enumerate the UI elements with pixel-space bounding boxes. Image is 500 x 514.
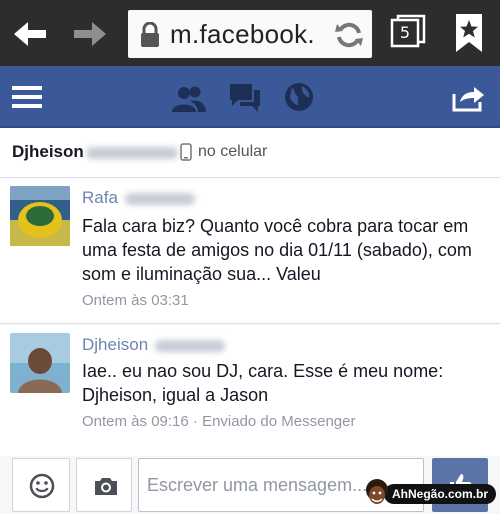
conversation-name[interactable]: Djheison xyxy=(12,142,178,162)
avatar[interactable] xyxy=(10,186,70,246)
message-timestamp: Ontem às 03:31 xyxy=(82,292,189,309)
message-timestamp: Ontem às 09:16 · Enviado do Messenger xyxy=(82,413,356,430)
refresh-icon[interactable] xyxy=(334,20,364,50)
sender-name[interactable]: Djheison xyxy=(82,335,225,355)
sender-name-text: Rafa xyxy=(82,188,118,207)
blurred-surname xyxy=(85,146,178,159)
conversation-status: no celular xyxy=(198,143,268,160)
browser-toolbar: m.facebook. 5 xyxy=(0,0,500,66)
emoji-icon xyxy=(29,473,55,499)
sender-name-text: Djheison xyxy=(82,335,149,354)
share-icon[interactable] xyxy=(452,84,486,112)
camera-icon xyxy=(95,478,117,495)
messages-icon[interactable] xyxy=(228,82,262,112)
url-text: m.facebook. xyxy=(170,19,315,49)
mobile-phone-icon xyxy=(180,143,192,161)
forward-arrow-icon[interactable] xyxy=(68,14,112,54)
tabs-count: 5 xyxy=(399,23,411,42)
watermark-text: AhNegão.com.br xyxy=(392,487,489,501)
message-item: Rafa Fala cara biz? Quanto você cobra pa… xyxy=(0,178,500,324)
watermark-mascot-icon xyxy=(366,479,388,504)
bookmark-icon[interactable] xyxy=(452,12,486,54)
message-item: Djheison Iae.. eu nao sou DJ, cara. Esse… xyxy=(0,325,500,456)
sender-name[interactable]: Rafa xyxy=(82,188,195,208)
blurred-surname xyxy=(124,192,195,205)
camera-button[interactable] xyxy=(76,458,132,512)
facebook-header xyxy=(0,66,500,128)
avatar[interactable] xyxy=(10,333,70,393)
message-text: Iae.. eu nao sou DJ, cara. Esse é meu no… xyxy=(82,361,444,405)
conversation-name-text: Djheison xyxy=(12,142,84,161)
emoji-button[interactable] xyxy=(12,458,70,512)
watermark: AhNegão.com.br xyxy=(362,478,496,510)
back-arrow-icon[interactable] xyxy=(8,14,52,54)
lock-icon xyxy=(141,22,159,47)
message-thread: Rafa Fala cara biz? Quanto você cobra pa… xyxy=(0,178,500,456)
blurred-surname xyxy=(154,339,225,352)
conversation-header: Djheison no celular xyxy=(0,128,500,178)
url-bar[interactable]: m.facebook. xyxy=(128,10,372,58)
friends-icon[interactable] xyxy=(172,84,206,112)
globe-icon[interactable] xyxy=(284,82,314,112)
menu-icon[interactable] xyxy=(12,84,42,110)
message-text: Fala cara biz? Quanto você cobra para to… xyxy=(82,216,472,284)
